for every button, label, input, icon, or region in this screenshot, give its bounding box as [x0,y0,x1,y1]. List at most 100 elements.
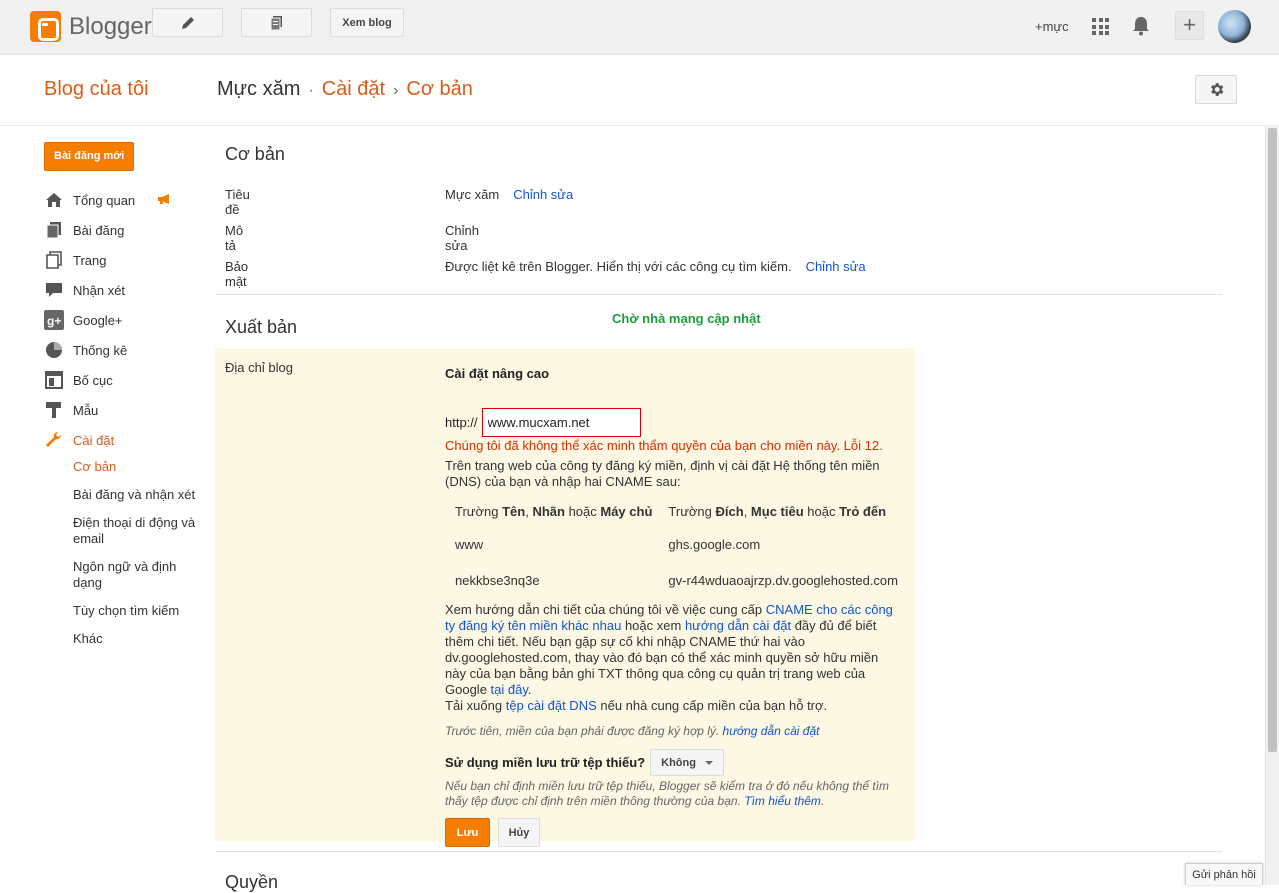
privacy-value-wrap: Được liệt kê trên Blogger. Hiển thị với … [445,259,866,274]
notifications-bell-icon[interactable] [1132,16,1150,36]
sidebar: Bài đăng mới Tổng quan Bài đăng Trang Nh… [44,142,204,659]
advanced-settings-title: Cài đặt nâng cao [445,366,550,381]
layout-icon [44,370,64,390]
my-blog-link[interactable]: Blog của tôi [44,78,149,101]
blogger-logo[interactable]: Blogger [30,11,152,42]
breadcrumb-settings[interactable]: Cài đặt [322,78,385,100]
missing-files-dropdown[interactable]: Không [650,749,724,776]
blog-address-panel: Địa chỉ blog Cài đặt nâng cao http:// Ch… [215,348,915,847]
table-row: nekkbse3nq3e gv-r44wduaoajrzp.dv.googleh… [455,562,915,598]
breadcrumb-basic: Cơ bản [406,78,473,100]
breadcrumb-blog-name[interactable]: Mực xăm [217,78,300,100]
sidebar-item-label: Cài đặt [73,432,115,448]
subnav-item-language[interactable]: Ngôn ngữ và định dạng [73,559,204,591]
sidebar-item-google-plus[interactable]: g+ Google+ [44,305,204,335]
setup-guide-link[interactable]: hướng dẫn cài đặt [685,618,791,633]
section-divider [215,851,1222,852]
new-post-button[interactable]: Bài đăng mới [44,142,135,171]
cname-target: ghs.google.com [668,536,761,552]
subnav-item-posts-comments[interactable]: Bài đăng và nhận xét [73,487,204,503]
sidebar-item-label: Bố cục [73,372,113,388]
sidebar-item-label: Google+ [73,312,123,328]
sidebar-item-label: Mẫu [73,402,99,418]
vertical-scrollbar[interactable] [1265,126,1279,885]
new-post-pencil-button[interactable] [152,8,223,37]
page-header: Blog của tôi Mực xăm · Cài đặt › Cơ bản [0,56,1279,126]
sidebar-item-overview[interactable]: Tổng quan [44,185,204,215]
sidebar-item-layout[interactable]: Bố cục [44,365,204,395]
column-header-name: Trường Tên, Nhãn hoặc Máy chủ [455,503,653,519]
cname-name: nekkbse3nq3e [455,572,540,588]
missing-files-label: Sử dụng miền lưu trữ tệp thiếu? [445,755,646,770]
title-label: Tiêu đề [225,187,250,217]
settings-subnav: Cơ bản Bài đăng và nhận xét Điện thoại d… [73,459,204,647]
edit-description-link[interactable]: Chỉnh sửa [445,223,479,253]
apps-grid-icon[interactable] [1092,18,1109,35]
user-name-link[interactable]: +mực [1035,19,1069,34]
dropdown-value: Không [661,756,696,769]
share-plus-button[interactable]: + [1175,11,1204,40]
title-value-wrap: Mực xăm Chỉnh sửa [445,187,573,202]
domain-input[interactable] [481,408,641,437]
sidebar-item-label: Thống kê [73,342,128,358]
sidebar-item-label: Nhận xét [73,282,126,298]
http-prefix: http:// [445,415,478,430]
learn-more-link[interactable]: Tìm hiểu thêm [744,794,821,808]
top-bar: Blogger Xem blog +mực + [0,0,1279,55]
avatar[interactable] [1218,10,1251,43]
comment-icon [44,280,64,300]
publish-section-title: Xuất bản [225,317,298,337]
sidebar-item-template[interactable]: Mẫu [44,395,204,425]
logo-text: Blogger [69,12,152,40]
registration-guide-link[interactable]: hướng dẫn cài đặt [723,724,820,738]
cname-name: www [455,536,484,552]
title-value: Mực xăm [445,187,500,202]
edit-title-link[interactable]: Chỉnh sửa [513,187,573,202]
posts-list-button[interactable] [241,8,312,37]
help-paragraph: Xem hướng dẫn chi tiết của chúng tôi về … [445,602,893,713]
sidebar-item-stats[interactable]: Thống kê [44,335,204,365]
gear-icon [1210,83,1223,96]
column-header-target: Trường Đích, Mục tiêu hoặc Trỏ đến [668,503,887,519]
dns-instructions: Trên trang web của công ty đăng ký miền,… [445,458,880,489]
view-blog-button[interactable]: Xem blog [330,8,404,37]
template-icon [44,400,64,420]
sidebar-item-pages[interactable]: Trang [44,245,204,275]
pencil-icon [181,16,194,29]
cname-target: gv-r44wduaoajrzp.dv.googlehosted.com [668,572,898,588]
breadcrumb-separator: · [308,82,314,99]
edit-privacy-link[interactable]: Chỉnh sửa [806,259,866,274]
permissions-section-title: Quyền [225,872,279,892]
send-feedback-button[interactable]: Gửi phản hồi [1185,863,1263,885]
google-plus-icon: g+ [44,310,64,330]
posts-icon [44,220,64,240]
table-header-row: Trường Tên, Nhãn hoặc Máy chủ Trường Đíc… [455,496,915,526]
home-icon [44,190,64,210]
subnav-item-search-prefs[interactable]: Tùy chọn tìm kiếm [73,603,204,619]
page-icon [44,250,64,270]
section-divider [215,294,1222,295]
subnav-item-basic[interactable]: Cơ bản [73,459,204,475]
wrench-icon [44,430,64,450]
sidebar-item-comments[interactable]: Nhận xét [44,275,204,305]
subnav-item-other[interactable]: Khác [73,631,204,647]
cancel-button[interactable]: Hủy [498,818,540,847]
cname-table: Trường Tên, Nhãn hoặc Máy chủ Trường Đíc… [455,496,915,598]
settings-gear-button[interactable] [1195,75,1237,104]
save-button[interactable]: Lưu [445,818,490,847]
sidebar-item-settings[interactable]: Cài đặt [44,425,204,455]
megaphone-icon[interactable] [157,193,173,205]
svg-text:g+: g+ [47,314,61,328]
basic-section-title: Cơ bản [225,144,285,164]
here-link[interactable]: tại đây [491,682,528,697]
sidebar-item-label: Bài đăng [73,222,125,238]
description-label: Mô tả [225,223,244,253]
chevron-down-icon [704,760,713,765]
blogger-logo-icon [30,11,61,42]
subnav-item-mobile-email[interactable]: Điện thoại di động và email [73,515,204,547]
scrollbar-thumb[interactable] [1268,128,1277,752]
privacy-label: Bảo mật [225,259,249,289]
sidebar-item-posts[interactable]: Bài đăng [44,215,204,245]
missing-files-note: Nếu bạn chỉ định miền lưu trữ tệp thiếu,… [445,779,890,808]
dns-file-link[interactable]: tệp cài đặt DNS [506,698,597,713]
